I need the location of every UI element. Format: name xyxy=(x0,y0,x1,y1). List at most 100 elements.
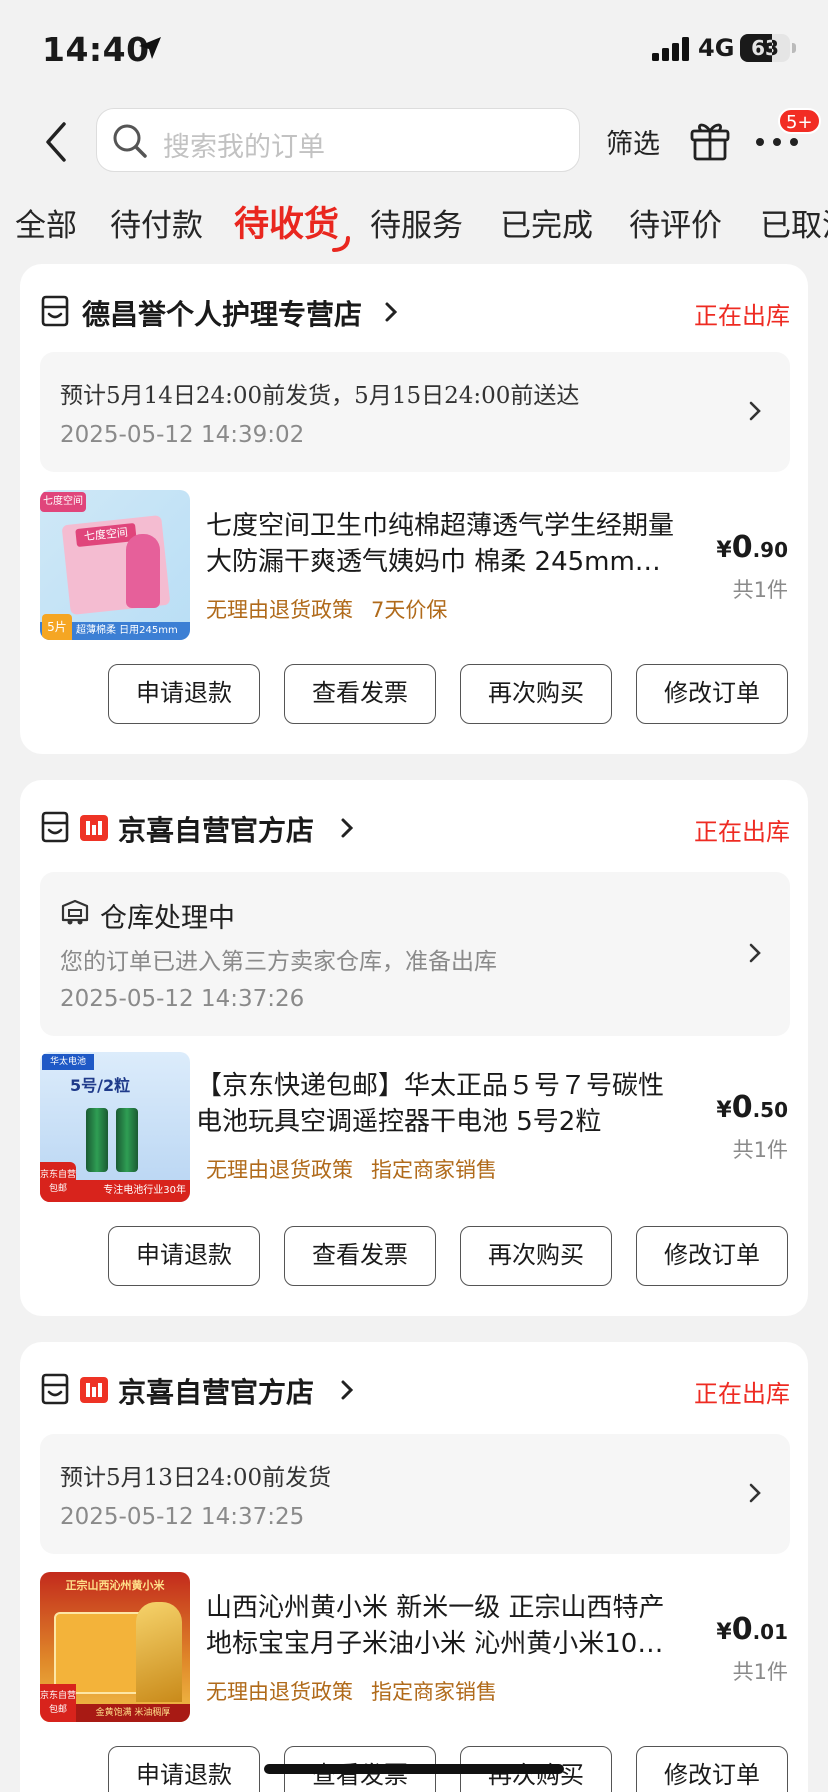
price-decimal: .90 xyxy=(752,538,788,562)
order-header: 京喜自营官方店 正在出库 xyxy=(40,1370,790,1410)
order-card[interactable]: 京喜自营官方店 正在出库 仓库处理中 您的订单已进入第三方卖家仓库，准备出库 2… xyxy=(20,780,808,1316)
price-currency: ¥ xyxy=(716,538,732,563)
modify-order-button[interactable]: 修改订单 xyxy=(636,664,788,724)
request-refund-button[interactable]: 申请退款 xyxy=(108,1746,260,1792)
chevron-right-icon[interactable] xyxy=(340,1379,354,1401)
active-tab-indicator xyxy=(332,236,350,252)
tab-completed[interactable]: 已完成 xyxy=(500,200,593,245)
logistics-info[interactable]: 仓库处理中 您的订单已进入第三方卖家仓库，准备出库 2025-05-12 14:… xyxy=(40,872,790,1036)
price-integer: 0 xyxy=(731,1090,753,1125)
chevron-right-icon[interactable] xyxy=(340,817,354,839)
info-timestamp: 2025-05-12 14:37:25 xyxy=(60,1504,305,1530)
price-integer: 0 xyxy=(731,530,753,565)
modify-order-button[interactable]: 修改订单 xyxy=(636,1746,788,1792)
logistics-title: 仓库处理中 xyxy=(100,903,235,934)
shop-name[interactable]: 京喜自营官方店 xyxy=(118,1371,314,1411)
order-status: 正在出库 xyxy=(694,818,790,846)
product-title[interactable]: 【京东快递包邮】华太正品５号７号碳性电池玩具空调遥控器干电池 5号2粒 xyxy=(196,1068,672,1140)
shop-name[interactable]: 京喜自营官方店 xyxy=(118,809,314,849)
product-image-brand: 华太电池 xyxy=(42,1054,94,1070)
shop-icon xyxy=(41,811,69,843)
buy-again-button[interactable]: 再次购买 xyxy=(460,664,612,724)
gift-icon[interactable] xyxy=(688,118,732,162)
product-quantity: 共1件 xyxy=(732,578,788,602)
info-timestamp: 2025-05-12 14:39:02 xyxy=(60,422,305,448)
price-decimal: .01 xyxy=(752,1620,788,1644)
jingxi-badge-icon xyxy=(80,815,108,841)
warehouse-truck-icon xyxy=(61,899,89,925)
tab-pending-payment[interactable]: 待付款 xyxy=(110,200,203,245)
order-card[interactable]: 京喜自营官方店 正在出库 预计5月13日24:00前发货 2025-05-12 … xyxy=(20,1342,808,1792)
chevron-right-icon xyxy=(749,1483,761,1503)
home-indicator[interactable] xyxy=(264,1764,564,1774)
product-tag: 指定商家销售 xyxy=(371,1680,497,1704)
product-image-label: 京东自营 包邮 xyxy=(40,1162,76,1202)
order-header: 德昌誉个人护理专营店 正在出库 xyxy=(40,292,790,332)
network-type: 4G xyxy=(698,34,735,62)
product-tag: 无理由退货政策 xyxy=(206,1158,353,1182)
product-image-label: 京东自营 包邮 xyxy=(40,1684,76,1722)
price-decimal: .50 xyxy=(752,1098,788,1122)
search-icon xyxy=(113,124,147,158)
product-image-brand: 正宗山西沁州黄小米 xyxy=(65,1579,165,1592)
price-integer: 0 xyxy=(731,1612,753,1647)
product-tag: 无理由退货政策 xyxy=(206,598,353,622)
product-image[interactable]: 七度空间 七度空间 超薄棉柔 日用245mm 5片 xyxy=(40,490,190,640)
tab-pending-review[interactable]: 待评价 xyxy=(629,200,722,245)
filter-button[interactable]: 筛选 xyxy=(606,122,660,161)
order-card[interactable]: 德昌誉个人护理专营店 正在出库 预计5月14日24:00前发货，5月15日24:… xyxy=(20,264,808,754)
delivery-info[interactable]: 预计5月14日24:00前发货，5月15日24:00前送达 2025-05-12… xyxy=(40,352,790,472)
tab-all[interactable]: 全部 xyxy=(15,200,77,245)
cellular-signal-icon xyxy=(652,37,689,61)
order-actions: 申请退款 查看发票 再次购买 修改订单 xyxy=(20,664,808,724)
modify-order-button[interactable]: 修改订单 xyxy=(636,1226,788,1286)
battery-cap xyxy=(792,43,796,53)
delivery-info[interactable]: 预计5月13日24:00前发货 2025-05-12 14:37:25 xyxy=(40,1434,790,1554)
shop-name[interactable]: 德昌誉个人护理专营店 xyxy=(82,293,362,333)
product-price: ¥0.01 xyxy=(716,1612,788,1647)
view-invoice-button[interactable]: 查看发票 xyxy=(284,664,436,724)
buy-again-button[interactable]: 再次购买 xyxy=(460,1226,612,1286)
product-image[interactable]: 华太电池 5号/2粒 专注电池行业30年 京东自营 包邮 xyxy=(40,1052,190,1202)
chevron-right-icon[interactable] xyxy=(384,301,398,323)
delivery-estimate: 预计5月13日24:00前发货 xyxy=(60,1465,332,1491)
product-title[interactable]: 山西沁州黄小米 新米一级 正宗山西特产地标宝宝月子米油小米 沁州黄小米10… xyxy=(206,1590,682,1662)
product-title[interactable]: 七度空间卫生巾纯棉超薄透气学生经期量大防漏干爽透气姨妈巾 棉柔 245mm… xyxy=(206,508,682,580)
tab-cancelled[interactable]: 已取消 xyxy=(760,200,828,245)
product-tag: 无理由退货政策 xyxy=(206,1680,353,1704)
price-currency: ¥ xyxy=(716,1098,732,1123)
product-tags: 无理由退货政策 指定商家销售 xyxy=(206,1154,515,1184)
search-placeholder: 搜索我的订单 xyxy=(163,132,325,163)
tab-pending-service[interactable]: 待服务 xyxy=(370,200,463,245)
order-status: 正在出库 xyxy=(694,1380,790,1408)
location-arrow-icon xyxy=(139,37,161,59)
product-image-count: 5片 xyxy=(42,614,72,640)
info-timestamp: 2025-05-12 14:37:26 xyxy=(60,986,305,1012)
request-refund-button[interactable]: 申请退款 xyxy=(108,1226,260,1286)
back-arrow-icon[interactable] xyxy=(38,120,78,164)
shop-icon xyxy=(41,1373,69,1405)
chevron-right-icon xyxy=(749,401,761,421)
product-tag: 指定商家销售 xyxy=(371,1158,497,1182)
tab-pending-receipt[interactable]: 待收货 xyxy=(234,196,339,247)
request-refund-button[interactable]: 申请退款 xyxy=(108,664,260,724)
product-image-spec: 5号/2粒 xyxy=(70,1076,131,1095)
search-input[interactable]: 搜索我的订单 xyxy=(96,108,580,172)
view-invoice-button[interactable]: 查看发票 xyxy=(284,1226,436,1286)
chevron-right-icon xyxy=(749,943,761,963)
battery-percent: 63 xyxy=(751,36,779,60)
notification-badge: 5+ xyxy=(778,108,821,134)
navigation-bar: 搜索我的订单 筛选 5+ xyxy=(0,100,828,180)
status-time: 14:40 xyxy=(42,30,150,69)
order-header: 京喜自营官方店 正在出库 xyxy=(40,808,790,848)
product-tag: 7天价保 xyxy=(371,598,448,622)
product-image-caption: 金黄饱满 米油稠厚 xyxy=(76,1704,190,1722)
order-actions: 申请退款 查看发票 再次购买 修改订单 xyxy=(20,1226,808,1286)
status-bar: 14:40 4G 63 xyxy=(0,0,828,100)
order-tabs: 全部 待付款 待收货 待服务 已完成 待评价 已取消 xyxy=(0,190,828,260)
jingxi-badge-icon xyxy=(80,1377,108,1403)
product-image[interactable]: 正宗山西沁州黄小米 金黄饱满 米油稠厚 京东自营 包邮 xyxy=(40,1572,190,1722)
product-tags: 无理由退货政策 指定商家销售 xyxy=(206,1676,515,1706)
logistics-detail: 您的订单已进入第三方卖家仓库，准备出库 xyxy=(60,949,497,975)
order-status: 正在出库 xyxy=(694,302,790,330)
